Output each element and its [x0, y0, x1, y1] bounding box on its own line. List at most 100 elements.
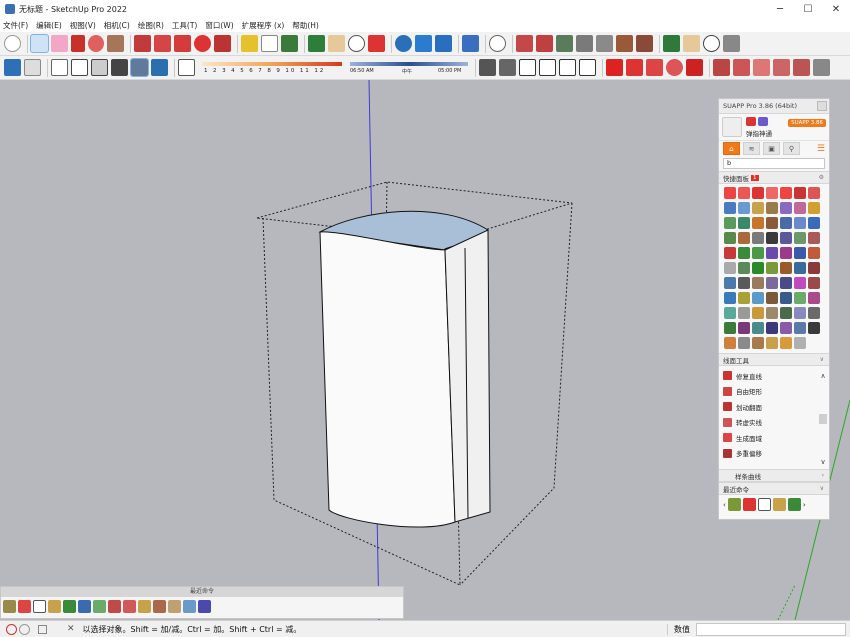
- shape-tool-icon[interactable]: [107, 35, 124, 52]
- tool-icon[interactable]: [738, 232, 750, 244]
- front-view-icon[interactable]: [479, 59, 496, 76]
- tool-icon[interactable]: [738, 307, 750, 319]
- tool-icon[interactable]: [808, 322, 820, 334]
- shaded-textures-icon[interactable]: [130, 58, 149, 77]
- top-view-icon[interactable]: [24, 59, 41, 76]
- solid-tools-icon[interactable]: [516, 35, 533, 52]
- home-icon[interactable]: [519, 59, 536, 76]
- arc-tool-icon[interactable]: [88, 35, 104, 52]
- measurements-input[interactable]: [696, 622, 846, 636]
- shadow-month-slider[interactable]: 1 2 3 4 5 6 7 8 9 10 11 12: [202, 60, 342, 76]
- tool-icon[interactable]: [766, 322, 778, 334]
- tool-icon[interactable]: [780, 232, 792, 244]
- tool-icon[interactable]: [766, 337, 778, 349]
- tool-icon[interactable]: [766, 202, 778, 214]
- tool-icon[interactable]: [766, 292, 778, 304]
- chevron-right-icon[interactable]: ›: [803, 501, 806, 509]
- tool-icon[interactable]: [808, 202, 820, 214]
- chevron-down-icon[interactable]: ⚙: [819, 174, 824, 181]
- list-item[interactable]: 修复直线: [723, 368, 829, 384]
- extension-warehouse-icon[interactable]: [415, 35, 432, 52]
- tool-icon[interactable]: [766, 217, 778, 229]
- account-icon[interactable]: [489, 35, 506, 52]
- tool-icon[interactable]: [738, 247, 750, 259]
- tool-icon[interactable]: [794, 247, 806, 259]
- text-tool-icon[interactable]: [261, 35, 278, 52]
- tool-icon[interactable]: [738, 217, 750, 229]
- recent-tool-icon[interactable]: [727, 498, 741, 511]
- recent-tool-icon[interactable]: [198, 600, 211, 613]
- recent-tool-icon[interactable]: [63, 600, 76, 613]
- tool-icon[interactable]: [808, 262, 820, 274]
- plugin-icon[interactable]: [646, 59, 663, 76]
- push-pull-icon[interactable]: [134, 35, 151, 52]
- tool-icon[interactable]: [780, 337, 792, 349]
- list-item[interactable]: 转虚实线: [723, 415, 829, 431]
- menu-tools[interactable]: 工具(T): [172, 20, 197, 31]
- extension-manager-icon[interactable]: [462, 35, 479, 52]
- tool-icon[interactable]: [780, 187, 792, 199]
- plugin-icon[interactable]: [713, 59, 730, 76]
- plugin-icon[interactable]: [773, 59, 790, 76]
- section-fill-icon[interactable]: [596, 35, 613, 52]
- tool-icon[interactable]: [794, 307, 806, 319]
- tool-icon[interactable]: [780, 247, 792, 259]
- line-tools-header[interactable]: 线面工具 ∨: [719, 353, 829, 366]
- rotate-icon[interactable]: [194, 35, 211, 52]
- home-tab-icon[interactable]: ⌂: [723, 142, 740, 155]
- scale-icon[interactable]: [214, 35, 231, 52]
- tool-icon[interactable]: [724, 292, 736, 304]
- suapp-icon[interactable]: [606, 59, 623, 76]
- tool-icon[interactable]: [752, 322, 764, 334]
- tool-icon[interactable]: [724, 247, 736, 259]
- tool-icon[interactable]: [780, 292, 792, 304]
- tool-icon[interactable]: [766, 277, 778, 289]
- tool-icon[interactable]: [794, 322, 806, 334]
- tool-icon[interactable]: [766, 307, 778, 319]
- tool-icon[interactable]: [794, 232, 806, 244]
- tool-icon[interactable]: [794, 277, 806, 289]
- chevron-down-icon[interactable]: ∨: [820, 356, 824, 363]
- tool-icon[interactable]: [766, 247, 778, 259]
- menu-camera[interactable]: 相机(C): [104, 20, 130, 31]
- left-view-icon[interactable]: [559, 59, 576, 76]
- recent-tool-icon[interactable]: [138, 600, 151, 613]
- tool-icon[interactable]: [780, 277, 792, 289]
- layers-icon[interactable]: [636, 35, 653, 52]
- xray-icon[interactable]: [51, 59, 68, 76]
- solid-union-icon[interactable]: [536, 35, 553, 52]
- paint-bucket-icon[interactable]: [281, 35, 298, 52]
- geo-location-icon[interactable]: [6, 623, 17, 635]
- move-arrows-icon[interactable]: [723, 35, 740, 52]
- plugin-icon[interactable]: [626, 59, 643, 76]
- plugin-icon[interactable]: [813, 59, 830, 76]
- maximize-button[interactable]: ☐: [794, 0, 822, 18]
- menu-edit[interactable]: 编辑(E): [36, 20, 62, 31]
- recent-tool-icon[interactable]: [48, 600, 61, 613]
- scroll-up-icon[interactable]: ∧: [819, 372, 827, 380]
- tool-icon[interactable]: [780, 202, 792, 214]
- recent-tool-icon[interactable]: [18, 600, 31, 613]
- tool-icon[interactable]: [724, 232, 736, 244]
- iso-view-icon[interactable]: [4, 59, 21, 76]
- eraser-icon[interactable]: [51, 35, 68, 52]
- tool-icon[interactable]: [808, 232, 820, 244]
- look-around-icon[interactable]: [683, 35, 700, 52]
- bottom-view-icon[interactable]: [579, 59, 596, 76]
- tool-icon[interactable]: [738, 292, 750, 304]
- tool-icon[interactable]: [752, 262, 764, 274]
- position-camera-icon[interactable]: [703, 35, 720, 52]
- recent-tool-icon[interactable]: [772, 498, 786, 511]
- tool-icon[interactable]: [794, 292, 806, 304]
- tool-icon[interactable]: [808, 292, 820, 304]
- shadow-time-slider[interactable]: 06:50 AM 中午 05:00 PM: [350, 60, 468, 76]
- plugin-icon[interactable]: [733, 59, 750, 76]
- tool-icon[interactable]: [724, 337, 736, 349]
- menu-draw[interactable]: 绘图(R): [138, 20, 164, 31]
- tool-icon[interactable]: [752, 307, 764, 319]
- tool-icon[interactable]: [766, 262, 778, 274]
- orbit-icon[interactable]: [308, 35, 325, 52]
- shaded-icon[interactable]: [111, 59, 128, 76]
- recent-commands-header[interactable]: 最近命令 ∨: [719, 482, 829, 495]
- tool-icon[interactable]: [780, 262, 792, 274]
